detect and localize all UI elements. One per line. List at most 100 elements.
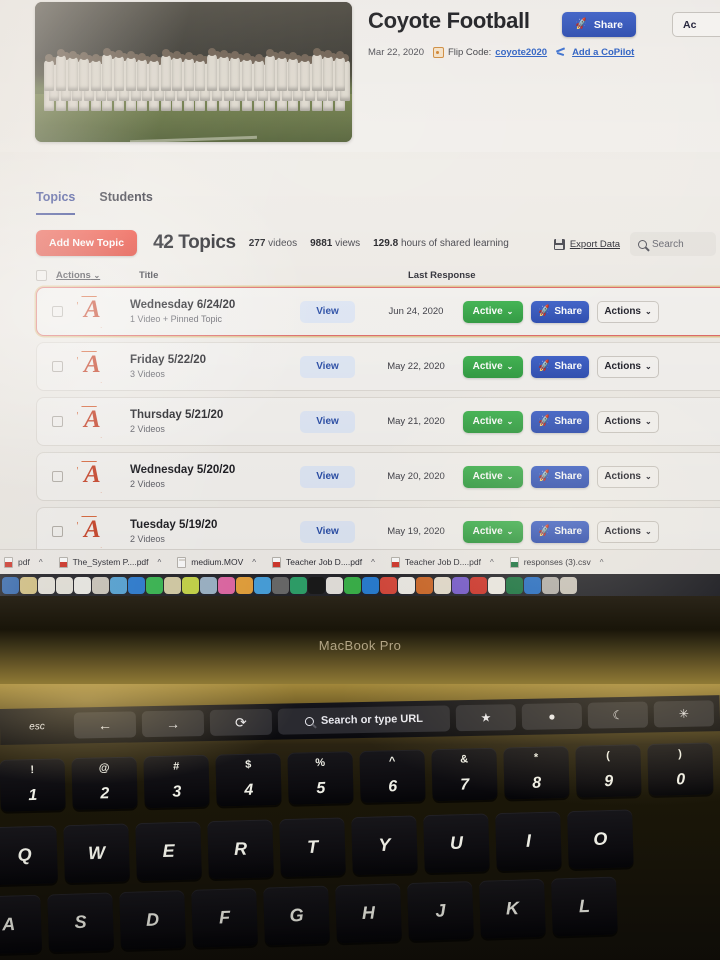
dock-app-icon[interactable]	[146, 576, 163, 594]
add-new-topic-button[interactable]: Add New Topic	[36, 230, 138, 256]
chevron-up-icon[interactable]: ^	[39, 558, 43, 567]
dock-app-icon[interactable]	[290, 576, 307, 594]
row-actions-menu[interactable]: Actions ⌄	[597, 300, 659, 323]
add-copilot-link[interactable]: Add a CoPilot	[556, 47, 634, 58]
dock-app-icon[interactable]	[128, 576, 145, 594]
key-0[interactable]: ) 0	[647, 742, 714, 797]
flip-code-value[interactable]: coyote2020	[495, 47, 547, 58]
dock-app-icon[interactable]	[308, 576, 325, 594]
key-1[interactable]: ! 1	[0, 758, 66, 812]
row-share-button[interactable]: 🚀 Share	[531, 520, 589, 543]
dock-app-icon[interactable]	[182, 576, 199, 594]
key-y[interactable]: Y	[351, 815, 418, 876]
dock-app-icon[interactable]	[470, 576, 487, 594]
status-badge-active[interactable]: Active ⌄	[463, 465, 523, 488]
download-item[interactable]: Teacher Job D....pdf ^	[383, 553, 502, 572]
touchbar-forward-button[interactable]: →	[141, 710, 205, 738]
touchbar-bookmark-star-icon[interactable]: ★	[455, 704, 517, 732]
touchbar-profile-icon[interactable]: ●	[521, 702, 583, 730]
key-r[interactable]: R	[207, 819, 274, 880]
download-item[interactable]: pdf ^	[0, 553, 51, 572]
dock-app-icon[interactable]	[200, 576, 217, 594]
dock-app-icon[interactable]	[164, 576, 181, 594]
group-cover-photo[interactable]	[35, 2, 352, 142]
key-3[interactable]: # 3	[143, 754, 210, 809]
row-share-button[interactable]: 🚀 Share	[531, 355, 589, 378]
touchbar-brightness-icon[interactable]: ✳	[653, 700, 715, 728]
row-actions-menu[interactable]: Actions ⌄	[597, 355, 659, 378]
view-button[interactable]: View	[300, 355, 355, 378]
topic-thumbnail[interactable]: A	[72, 459, 116, 495]
key-i[interactable]: I	[495, 811, 562, 872]
key-8[interactable]: * 8	[503, 745, 570, 800]
key-7[interactable]: & 7	[431, 747, 498, 802]
chevron-up-icon[interactable]: ^	[490, 558, 494, 567]
row-checkbox[interactable]	[52, 526, 63, 537]
key-2[interactable]: @ 2	[71, 756, 138, 811]
topic-thumbnail[interactable]: A	[72, 349, 116, 385]
touchbar-esc-key[interactable]: esc	[6, 713, 68, 740]
touchbar-back-button[interactable]: ←	[73, 711, 137, 739]
select-all-checkbox[interactable]	[36, 269, 47, 281]
key-4[interactable]: $ 4	[215, 752, 282, 807]
key-s[interactable]: S	[47, 892, 115, 953]
table-row[interactable]: A Thursday 5/21/20 2 Videos View May 21,…	[36, 397, 720, 446]
tab-topics[interactable]: Topics	[36, 190, 76, 215]
dock-app-icon[interactable]	[272, 576, 289, 594]
row-actions-menu[interactable]: Actions ⌄	[597, 465, 659, 488]
dock-app-icon[interactable]	[416, 576, 433, 594]
download-item[interactable]: medium.MOV ^	[169, 553, 264, 572]
key-5[interactable]: % 5	[287, 751, 354, 805]
download-item[interactable]: responses (3).csv ^	[502, 553, 612, 572]
tab-students[interactable]: Students	[99, 190, 152, 215]
share-button[interactable]: 🚀 Share	[562, 12, 636, 37]
dock-app-icon[interactable]	[488, 576, 505, 594]
key-u[interactable]: U	[423, 813, 490, 874]
dock-app-icon[interactable]	[434, 576, 451, 594]
dock-app-icon[interactable]	[380, 576, 397, 594]
chevron-up-icon[interactable]: ^	[252, 558, 256, 567]
row-share-button[interactable]: 🚀 Share	[531, 410, 589, 433]
dock-app-icon[interactable]	[542, 576, 559, 594]
dock-app-icon[interactable]	[326, 576, 343, 594]
key-l[interactable]: L	[551, 876, 618, 937]
key-g[interactable]: G	[263, 885, 330, 946]
dock-app-icon[interactable]	[20, 576, 37, 594]
key-f[interactable]: F	[191, 887, 258, 948]
row-checkbox[interactable]	[52, 416, 63, 427]
key-a[interactable]: A	[0, 894, 43, 955]
dock-app-icon[interactable]	[218, 576, 235, 594]
status-badge-active[interactable]: Active ⌄	[463, 300, 523, 323]
view-button[interactable]: View	[300, 465, 355, 488]
topic-thumbnail[interactable]: A	[72, 514, 116, 550]
row-share-button[interactable]: 🚀 Share	[531, 300, 589, 323]
key-9[interactable]: ( 9	[575, 744, 642, 798]
dock-app-icon[interactable]	[398, 576, 415, 594]
header-secondary-button[interactable]: Ac	[672, 12, 720, 37]
dock-app-icon[interactable]	[74, 576, 91, 594]
dock-app-icon[interactable]	[362, 576, 379, 594]
status-badge-active[interactable]: Active ⌄	[463, 355, 523, 378]
touchbar-do-not-disturb-moon-icon[interactable]: ☾	[587, 701, 649, 729]
dock-app-icon[interactable]	[110, 576, 127, 594]
download-item[interactable]: The_System P....pdf ^	[51, 553, 170, 572]
key-w[interactable]: W	[63, 823, 130, 884]
row-checkbox[interactable]	[52, 361, 63, 372]
dock-app-icon[interactable]	[56, 576, 73, 594]
key-q[interactable]: Q	[0, 825, 58, 886]
header-actions-menu[interactable]: Actions ⌄	[56, 270, 100, 281]
topic-thumbnail[interactable]: A	[72, 404, 116, 440]
dock-app-icon[interactable]	[92, 576, 109, 594]
dock-app-icon[interactable]	[2, 576, 19, 594]
chevron-up-icon[interactable]: ^	[371, 558, 375, 567]
topic-thumbnail[interactable]: A	[72, 294, 116, 330]
chevron-up-icon[interactable]: ^	[158, 558, 162, 567]
flip-code-chip[interactable]: Flip Code: coyote2020	[432, 47, 547, 58]
key-t[interactable]: T	[279, 817, 346, 878]
touchbar-url-field[interactable]: Search or type URL	[277, 705, 451, 735]
download-item[interactable]: Teacher Job D....pdf ^	[264, 553, 383, 572]
key-h[interactable]: H	[335, 883, 402, 944]
dock-app-icon[interactable]	[506, 576, 523, 594]
key-e[interactable]: E	[135, 821, 202, 882]
dock-app-icon[interactable]	[254, 576, 271, 594]
